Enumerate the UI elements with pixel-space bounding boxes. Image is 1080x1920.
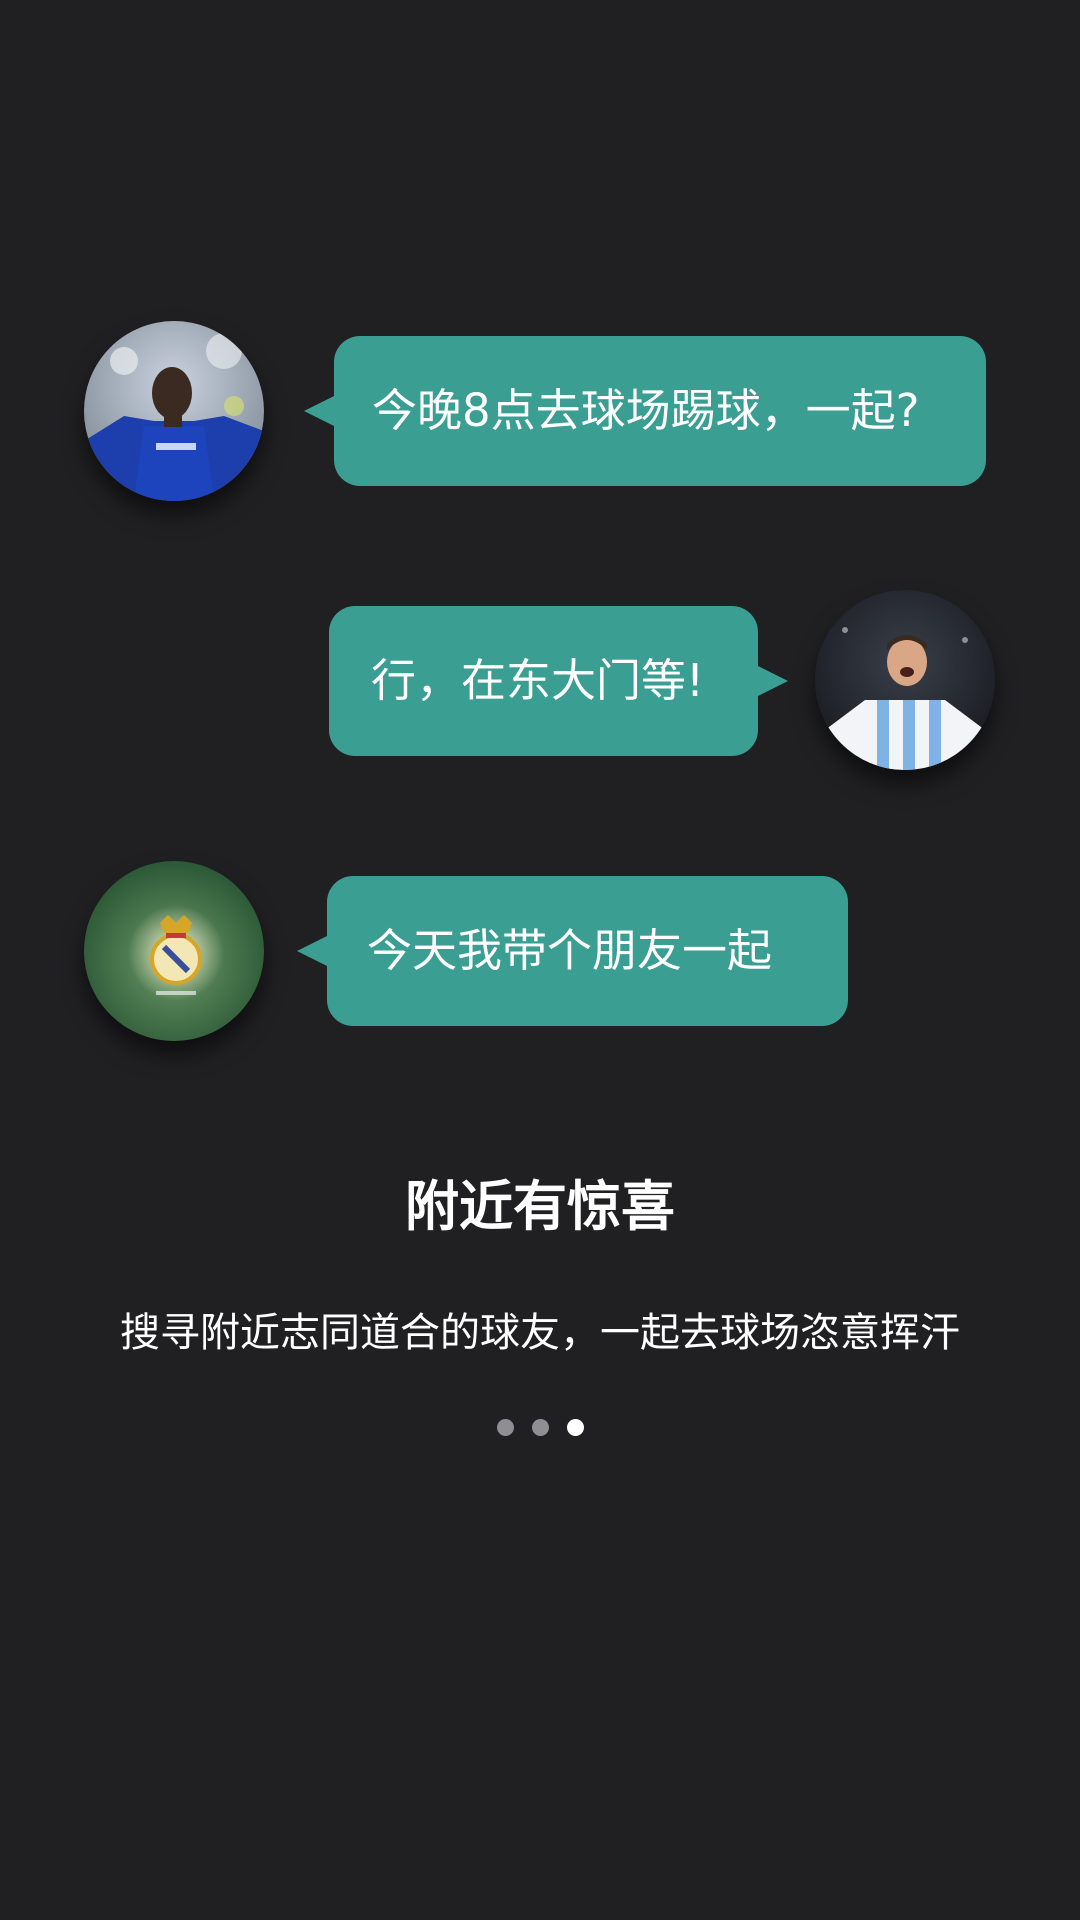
- page-indicator[interactable]: [0, 1419, 1080, 1436]
- onboarding-screen: 今晚8点去球场踢球，一起? 行，在东大门等! 今天我带个朋友一起 附近有惊喜 搜…: [0, 0, 1080, 1920]
- page-dot[interactable]: [496, 1419, 514, 1436]
- chat-message-text: 今晚8点去球场踢球，一起?: [372, 384, 920, 437]
- club-crest-on-grass-avatar: [84, 861, 264, 1041]
- chat-message-text: 今天我带个朋友一起: [367, 924, 773, 977]
- page-dot[interactable]: [531, 1419, 549, 1436]
- chat-message-text: 行，在东大门等!: [371, 654, 705, 707]
- player-striped-jersey-avatar: [815, 590, 995, 770]
- chat-bubble: 行，在东大门等!: [329, 606, 758, 756]
- chat-bubble: 今天我带个朋友一起: [327, 876, 848, 1026]
- feature-subtitle: 搜寻附近志同道合的球友，一起去球场恣意挥汗: [120, 1310, 960, 1356]
- feature-title: 附近有惊喜: [405, 1175, 675, 1238]
- chat-bubble: 今晚8点去球场踢球，一起?: [334, 336, 986, 486]
- player-blue-jersey-avatar: [84, 321, 264, 501]
- page-dot-active[interactable]: [566, 1419, 584, 1436]
